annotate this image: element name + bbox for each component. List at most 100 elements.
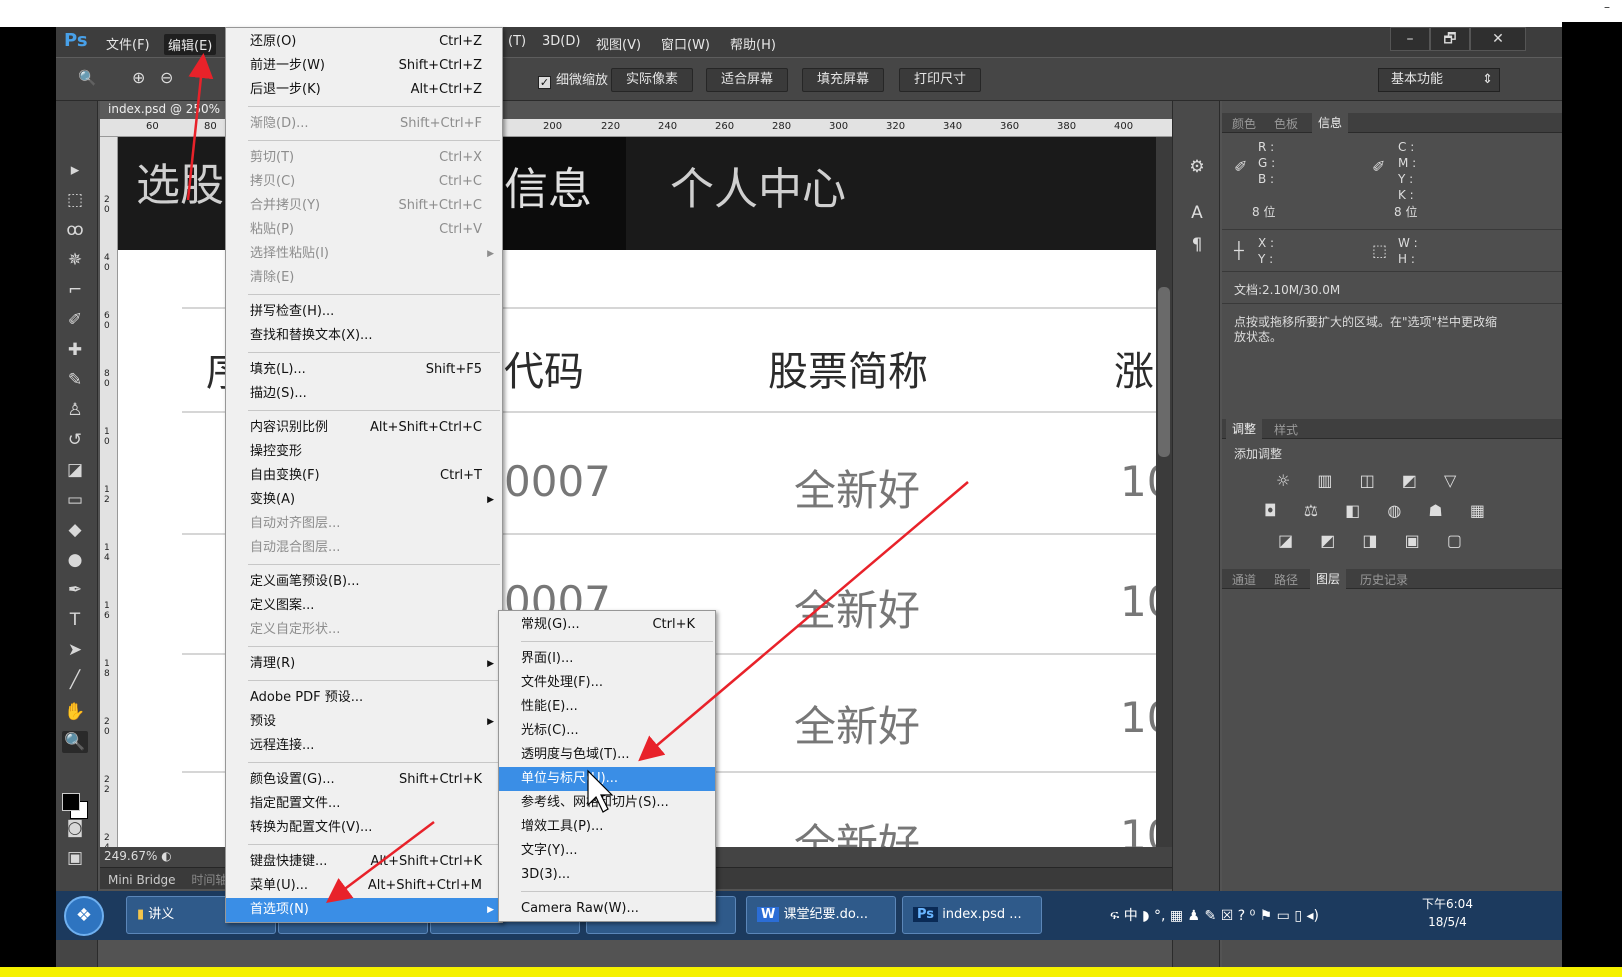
menu-item[interactable]: 指定配置文件... (226, 792, 502, 816)
menu-item[interactable]: 自动混合图层... (226, 536, 502, 560)
menu-item[interactable]: 内容识别比例 Alt+Shift+Ctrl+C (226, 416, 502, 440)
tab-mini-bridge[interactable]: Mini Bridge (108, 873, 176, 887)
dodge-tool-icon[interactable]: ● (62, 549, 88, 571)
system-tray[interactable]: ፍ 中 ◗ °, ▦ ♟ ✎ ☒ ? ⁰ ⚑ ▭ ▯ ◂) (1110, 905, 1319, 925)
start-button[interactable]: ❖ (64, 896, 104, 936)
actual-pixels-button[interactable]: 实际像素 (611, 68, 694, 92)
menu-item[interactable]: 自动对齐图层... (226, 512, 502, 536)
paragraph-panel-icon[interactable]: ¶ (1187, 235, 1207, 255)
menu-item[interactable]: 定义图案... (226, 594, 502, 618)
character-panel-icon[interactable]: A (1187, 203, 1207, 223)
menu-item[interactable]: 描边(S)... (226, 382, 502, 406)
menu-item[interactable]: 颜色设置(G)... Shift+Ctrl+K (226, 768, 502, 792)
screen-mode-icon[interactable]: ▣ (62, 847, 88, 869)
lasso-tool-icon[interactable]: ꝏ (62, 219, 88, 241)
taskbar-word[interactable]: W 课堂纪要.do... (746, 896, 896, 934)
canvas-scrollbar[interactable] (1156, 137, 1172, 847)
adjustment-icons-row[interactable]: ◪ ◩ ◨ ▣ ▢ (1278, 531, 1473, 550)
path-selection-tool-icon[interactable]: ➤ (62, 639, 88, 661)
menu-item[interactable]: 操控变形 (226, 440, 502, 464)
menu-item[interactable]: 预设 ▶ (226, 710, 502, 734)
menu-3d[interactable]: 3D(D) (542, 34, 580, 49)
tab-styles[interactable]: 样式 (1274, 421, 1298, 438)
menu-item[interactable]: Adobe PDF 预设... (226, 686, 502, 710)
stamp-tool-icon[interactable]: ♙ (62, 399, 88, 421)
menu-item[interactable]: 常规(G)... Ctrl+K (499, 613, 715, 637)
minimize-button[interactable]: – (1390, 27, 1430, 51)
menu-item[interactable]: 还原(O) Ctrl+Z (226, 30, 502, 54)
magic-wand-tool-icon[interactable]: ✵ (62, 249, 88, 271)
menu-item[interactable]: 查找和替换文本(X)... (226, 324, 502, 348)
menu-item[interactable]: 剪切(T) Ctrl+X (226, 146, 502, 170)
zoom-level[interactable]: 249.67% (104, 849, 157, 863)
menu-item[interactable]: 自由变换(F) Ctrl+T (226, 464, 502, 488)
menu-item[interactable]: 拷贝(C) Ctrl+C (226, 170, 502, 194)
quick-mask-icon[interactable]: ◙ (62, 817, 88, 839)
workspace-select[interactable]: 基本功能 ⇕ (1378, 68, 1500, 92)
move-tool-icon[interactable]: ▸ (62, 159, 88, 181)
zoom-out-icon[interactable]: ⊖ (160, 68, 173, 87)
blur-tool-icon[interactable]: ◆ (62, 519, 88, 541)
zoom-tool-selected-icon[interactable]: 🔍 (62, 731, 88, 753)
history-brush-tool-icon[interactable]: ↺ (62, 429, 88, 451)
menu-item[interactable]: 清理(R) ▶ (226, 652, 502, 676)
menu-item[interactable]: 增效工具(P)... (499, 815, 715, 839)
fill-screen-button[interactable]: 填充屏幕 (802, 68, 885, 92)
tab-layers[interactable]: 图层 (1310, 569, 1347, 589)
menu-item[interactable]: 菜单(U)... Alt+Shift+Ctrl+M (226, 874, 502, 898)
menu-item[interactable]: Camera Raw(W)... (499, 897, 715, 921)
menu-item[interactable]: 界面(I)... (499, 647, 715, 671)
menu-type[interactable]: (T) (508, 34, 526, 49)
menu-item[interactable]: 拼写检查(H)... (226, 300, 502, 324)
marquee-tool-icon[interactable]: ⬚ (62, 189, 88, 211)
menu-item[interactable]: 清除(E) (226, 266, 502, 290)
menu-item[interactable]: 远程连接... (226, 734, 502, 758)
menu-item[interactable]: 定义自定形状... (226, 618, 502, 642)
foreground-color[interactable] (62, 793, 80, 811)
menu-item[interactable]: 3D(3)... (499, 863, 715, 887)
menu-item[interactable]: 变换(A) ▶ (226, 488, 502, 512)
menu-item[interactable]: 后退一步(K) Alt+Ctrl+Z (226, 78, 502, 102)
menu-window[interactable]: 窗口(W) (661, 34, 710, 53)
crop-tool-icon[interactable]: ⌐ (62, 279, 88, 301)
eyedropper-tool-icon[interactable]: ✐ (62, 309, 88, 331)
tab-timeline[interactable]: 时间轴 (191, 873, 227, 887)
fit-screen-button[interactable]: 适合屏幕 (706, 68, 789, 92)
zoom-tool-icon[interactable]: 🔍 (78, 69, 97, 87)
adjustment-icons-row[interactable]: ☼ ▥ ◫ ◩ ▽ (1276, 471, 1467, 490)
line-tool-icon[interactable]: ╱ (62, 669, 88, 691)
tab-channels[interactable]: 通道 (1232, 571, 1256, 588)
gradient-tool-icon[interactable]: ▭ (62, 489, 88, 511)
pen-tool-icon[interactable]: ✒ (62, 579, 88, 601)
tab-color[interactable]: 颜色 (1232, 115, 1256, 132)
taskbar-photoshop[interactable]: Ps index.psd ... (902, 896, 1042, 934)
menu-view[interactable]: 视图(V) (596, 34, 641, 53)
tab-adjustments[interactable]: 调整 (1226, 419, 1263, 439)
menu-item[interactable]: 合并拷贝(Y) Shift+Ctrl+C (226, 194, 502, 218)
menu-item[interactable]: 文件处理(F)... (499, 671, 715, 695)
eraser-tool-icon[interactable]: ◪ (62, 459, 88, 481)
document-tab[interactable]: index.psd @ 250% (100, 101, 240, 119)
tab-swatches[interactable]: 色板 (1274, 115, 1298, 132)
adjustment-icons-row[interactable]: ◘ ⚖ ◧ ◍ ☗ ▦ (1264, 501, 1496, 520)
brush-tool-icon[interactable]: ✎ (62, 369, 88, 391)
tab-info[interactable]: 信息 (1312, 113, 1349, 133)
menu-item[interactable]: 选择性粘贴(I) ▶ (226, 242, 502, 266)
menu-item[interactable]: 参考线、网格和切片(S)... (499, 791, 715, 815)
scrollbar-thumb[interactable] (1158, 287, 1170, 457)
menu-item[interactable]: 透明度与色域(T)... (499, 743, 715, 767)
hand-tool-icon[interactable]: ✋ (62, 701, 88, 723)
restore-button[interactable]: 🗗 (1430, 27, 1470, 51)
menu-item[interactable]: 转换为配置文件(V)... (226, 816, 502, 840)
menu-item[interactable]: 性能(E)... (499, 695, 715, 719)
menu-item[interactable]: 定义画笔预设(B)... (226, 570, 502, 594)
menu-item[interactable]: 填充(L)... Shift+F5 (226, 358, 502, 382)
menu-item[interactable]: 光标(C)... (499, 719, 715, 743)
tab-paths[interactable]: 路径 (1274, 571, 1298, 588)
type-tool-icon[interactable]: T (62, 609, 88, 631)
menu-item[interactable]: 渐隐(D)... Shift+Ctrl+F (226, 112, 502, 136)
menu-help[interactable]: 帮助(H) (730, 34, 776, 53)
zoom-in-icon[interactable]: ⊕ (132, 68, 145, 87)
menu-item[interactable]: 文字(Y)... (499, 839, 715, 863)
menu-item[interactable]: 粘贴(P) Ctrl+V (226, 218, 502, 242)
